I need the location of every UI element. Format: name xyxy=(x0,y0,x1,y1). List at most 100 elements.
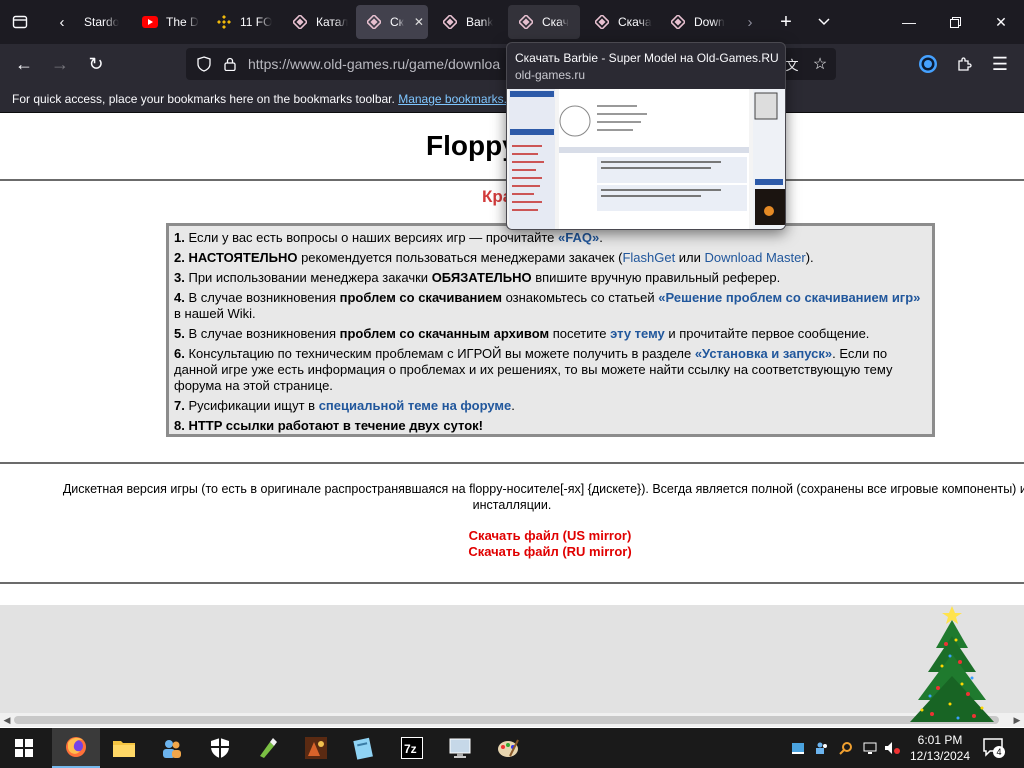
clock-time: 6:01 PM xyxy=(917,733,963,747)
taskbar-app-people[interactable] xyxy=(148,728,196,768)
forum-topic-link[interactable]: специальной теме на форуме xyxy=(319,398,512,413)
install-and-run-link[interactable]: «Установка и запуск» xyxy=(695,346,832,361)
tab-katalog[interactable]: Катал xyxy=(282,5,352,39)
tab-label: Ск xyxy=(390,15,404,29)
minimize-button[interactable]: — xyxy=(886,0,932,44)
network-icon[interactable] xyxy=(862,740,878,756)
faq-link[interactable]: «FAQ» xyxy=(558,230,599,245)
tray-app-icon[interactable] xyxy=(790,740,806,756)
restore-icon xyxy=(949,16,961,28)
arrow-right-icon: → xyxy=(51,53,69,74)
notification-count: 4 xyxy=(993,746,1005,758)
preview-host: old-games.ru xyxy=(515,68,586,82)
system-clock[interactable]: 6:01 PM 12/13/2024 xyxy=(905,732,975,764)
account-button[interactable] xyxy=(912,48,944,80)
divider xyxy=(0,582,1024,584)
taskbar-app-game[interactable] xyxy=(292,728,340,768)
svg-text:7z: 7z xyxy=(404,742,417,756)
tab-down[interactable]: Down xyxy=(660,5,732,39)
pen-tool-icon xyxy=(260,738,277,758)
tab-active-skachat[interactable]: Ск ✕ xyxy=(356,5,428,39)
flashget-link[interactable]: FlashGet xyxy=(622,250,675,265)
firefox-view-icon xyxy=(12,15,28,29)
scroll-left-icon[interactable]: ◀ xyxy=(0,713,14,727)
7zip-icon: 7z xyxy=(401,737,423,759)
app-menu-button[interactable]: ☰ xyxy=(984,48,1016,80)
download-us-mirror-link[interactable]: Скачать файл (US mirror) xyxy=(0,528,1024,543)
notifications-button[interactable]: 4 xyxy=(982,736,1005,758)
volume-muted-icon[interactable] xyxy=(884,740,900,756)
scrollbar-thumb[interactable] xyxy=(14,716,999,724)
reload-button[interactable]: ↻ xyxy=(80,48,112,80)
tab-label: Катал xyxy=(316,15,349,29)
folder-icon xyxy=(113,741,135,757)
rule-item: 1. Если у вас есть вопросы о наших верси… xyxy=(174,230,603,245)
arrow-left-icon: ← xyxy=(15,53,33,74)
tab-skach-hovered[interactable]: Скач xyxy=(508,5,580,39)
tray-people-icon[interactable] xyxy=(814,740,830,756)
hamburger-icon: ☰ xyxy=(991,53,1009,74)
archive-problems-topic-link[interactable]: эту тему xyxy=(610,326,665,341)
lock-icon[interactable] xyxy=(222,56,238,72)
page-title: Floppy xyxy=(426,130,518,161)
download-master-link[interactable]: Download Master xyxy=(705,250,806,265)
scroll-tabs-right-button[interactable]: › xyxy=(734,6,766,38)
scroll-right-icon[interactable]: ▶ xyxy=(1010,713,1024,727)
translate-icon[interactable]: 文 xyxy=(784,56,800,73)
taskbar-7zip[interactable]: 7z xyxy=(388,728,436,768)
bookmark-star-icon[interactable]: ☆ xyxy=(812,56,828,73)
game-icon xyxy=(305,737,327,759)
list-all-tabs-button[interactable] xyxy=(808,6,840,38)
horizontal-scrollbar[interactable]: ◀ ▶ xyxy=(0,713,1024,727)
chevron-down-icon xyxy=(818,18,830,26)
tab-stardo[interactable]: Stardo xyxy=(74,5,132,39)
tab-label: Скач xyxy=(542,15,569,29)
tab-skacha[interactable]: Скача xyxy=(584,5,656,39)
rule-item: 8. HTTP ссылки работают в течение двух с… xyxy=(174,418,483,433)
taskbar-security[interactable] xyxy=(196,728,244,768)
shield-icon xyxy=(211,738,229,758)
divider xyxy=(0,462,1024,464)
rule-item: 2. НАСТОЯТЕЛЬНО рекомендуется пользовать… xyxy=(174,250,814,265)
taskbar-app-monitor[interactable] xyxy=(436,728,484,768)
taskbar-file-explorer[interactable] xyxy=(100,728,148,768)
tab-label: 11 FO xyxy=(240,15,273,29)
rule-item: 7. Русификации ищут в специальной теме н… xyxy=(174,398,515,413)
tab-binance[interactable]: 11 FO xyxy=(206,5,276,39)
old-games-icon xyxy=(594,14,610,30)
windows-taskbar: 7z 6:01 PM 12/13/2024 4 xyxy=(0,728,1024,768)
page-footer-area xyxy=(0,605,1024,713)
back-button[interactable]: ← xyxy=(8,48,40,80)
chevron-left-icon: ‹ xyxy=(59,13,65,31)
old-games-icon xyxy=(292,14,308,30)
old-games-icon xyxy=(518,14,534,30)
manage-bookmarks-link[interactable]: Manage bookmarks... xyxy=(398,92,513,106)
plus-icon: + xyxy=(780,10,792,33)
close-window-button[interactable]: ✕ xyxy=(978,0,1024,44)
taskbar-app-notes[interactable] xyxy=(340,728,388,768)
taskbar-app-tool[interactable] xyxy=(244,728,292,768)
taskbar-paint[interactable] xyxy=(484,728,532,768)
tracking-protection-shield-icon[interactable] xyxy=(196,56,212,72)
tray-search-icon[interactable] xyxy=(838,740,854,756)
taskbar-firefox[interactable] xyxy=(52,728,100,768)
binance-icon xyxy=(216,14,232,30)
old-games-icon xyxy=(442,14,458,30)
extensions-button[interactable] xyxy=(948,48,980,80)
url-text[interactable]: https://www.old-games.ru/game/downloa xyxy=(248,56,500,72)
start-button[interactable] xyxy=(0,728,48,768)
tab-label: Скача xyxy=(618,15,652,29)
chevron-right-icon: › xyxy=(747,13,753,31)
forward-button[interactable]: → xyxy=(44,48,76,80)
close-tab-icon[interactable]: ✕ xyxy=(414,15,424,29)
download-problems-wiki-link[interactable]: «Решение проблем со скачиванием игр» xyxy=(658,290,920,305)
restore-button[interactable] xyxy=(932,0,978,44)
tab-label: Stardo xyxy=(84,15,120,29)
tab-label: Down xyxy=(694,15,725,29)
new-tab-button[interactable]: + xyxy=(770,6,802,38)
firefox-view-button[interactable] xyxy=(4,6,36,38)
tab-bank[interactable]: Bank xyxy=(432,5,502,39)
tab-youtube[interactable]: The D xyxy=(132,5,202,39)
download-ru-mirror-link[interactable]: Скачать файл (RU mirror) xyxy=(0,544,1024,559)
youtube-icon xyxy=(142,14,158,30)
